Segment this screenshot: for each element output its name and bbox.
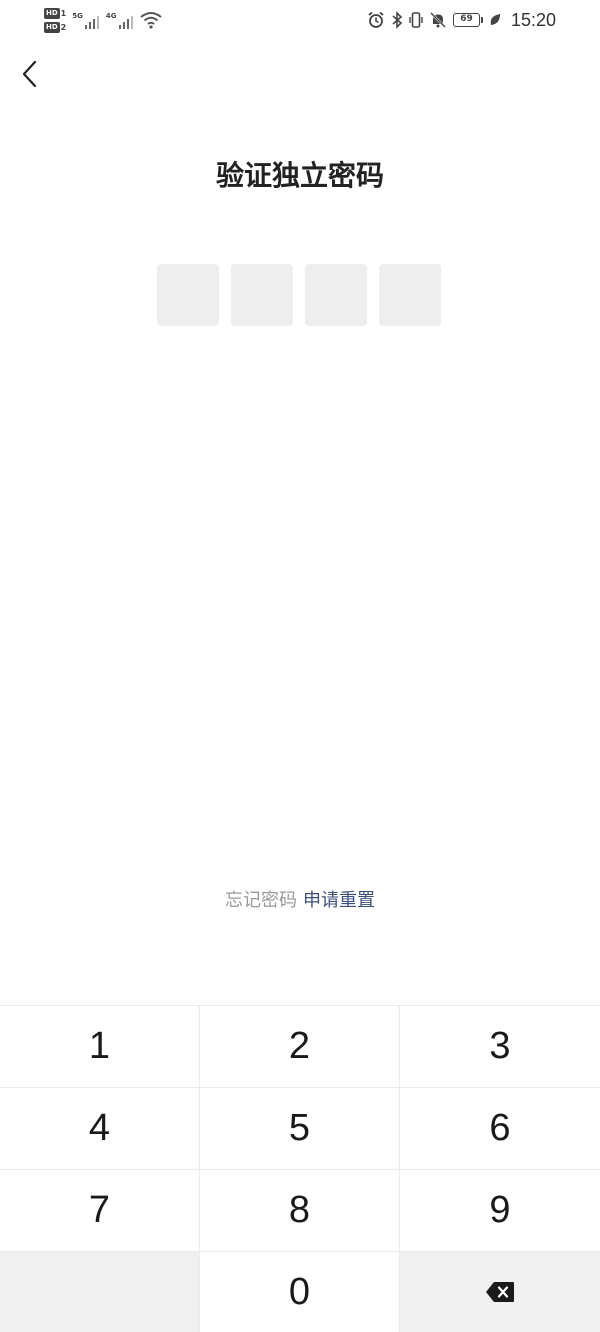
request-reset-link[interactable]: 申请重置 xyxy=(303,890,375,911)
network-type-label: 4G xyxy=(105,12,117,20)
bluetooth-icon xyxy=(392,11,403,29)
leaf-icon xyxy=(490,14,500,25)
battery-level: 69 xyxy=(452,13,480,27)
key-5[interactable]: 5 xyxy=(200,1088,400,1170)
key-0[interactable]: 0 xyxy=(200,1252,400,1332)
hd-indicators: HD 1 HD 2 xyxy=(44,7,67,33)
status-bar-left: HD 1 HD 2 5G 4G xyxy=(44,4,162,36)
pin-digit-box-4[interactable] xyxy=(379,264,441,326)
backspace-icon xyxy=(486,1282,514,1302)
forgot-password-text: 忘记密码 xyxy=(225,890,297,911)
pin-digit-box-2[interactable] xyxy=(231,264,293,326)
mute-bell-icon xyxy=(430,12,446,28)
verify-password-screen: HD 1 HD 2 5G 4G 69 15:20 验证独立密码 忘记密码 申请重… xyxy=(0,0,600,1332)
network-sim2: 4G xyxy=(106,10,134,30)
hd-label: HD xyxy=(44,21,60,33)
numeric-keypad: 1 2 3 4 5 6 7 8 9 0 xyxy=(0,1005,600,1332)
key-7[interactable]: 7 xyxy=(0,1170,200,1252)
key-4[interactable]: 4 xyxy=(0,1088,200,1170)
alarm-icon xyxy=(368,11,384,28)
pin-digit-box-1[interactable] xyxy=(157,264,219,326)
page-title: 验证独立密码 xyxy=(215,159,384,192)
pin-digit-box-3[interactable] xyxy=(305,264,367,326)
backspace-key[interactable] xyxy=(400,1252,600,1332)
vibrate-icon xyxy=(409,12,423,28)
status-bar-right: 69 15:20 xyxy=(367,6,556,34)
hd-badge-sim2: HD 2 xyxy=(44,21,67,33)
hd-label: HD xyxy=(44,7,60,19)
wifi-icon xyxy=(139,12,162,29)
key-blank xyxy=(0,1252,200,1332)
status-time: 15:20 xyxy=(510,9,556,30)
signal-icon xyxy=(84,16,99,29)
signal-icon xyxy=(118,16,133,29)
forgot-password-row: 忘记密码 申请重置 xyxy=(0,886,600,916)
sim-number: 2 xyxy=(60,22,67,32)
battery-icon: 69 xyxy=(452,13,483,27)
pin-input[interactable] xyxy=(157,264,441,326)
key-9[interactable]: 9 xyxy=(400,1170,600,1252)
key-6[interactable]: 6 xyxy=(400,1088,600,1170)
key-1[interactable]: 1 xyxy=(0,1006,200,1088)
sim-number: 1 xyxy=(60,8,67,18)
key-3[interactable]: 3 xyxy=(400,1006,600,1088)
hd-badge-sim1: HD 1 xyxy=(44,7,67,19)
key-2[interactable]: 2 xyxy=(200,1006,400,1088)
battery-tip xyxy=(480,17,483,23)
key-8[interactable]: 8 xyxy=(200,1170,400,1252)
chevron-left-icon xyxy=(22,60,37,88)
network-type-label: 5G xyxy=(72,12,83,20)
status-bar: HD 1 HD 2 5G 4G 69 15:20 xyxy=(0,0,600,40)
network-sim1: 5G xyxy=(72,10,100,30)
back-button[interactable] xyxy=(10,52,50,96)
